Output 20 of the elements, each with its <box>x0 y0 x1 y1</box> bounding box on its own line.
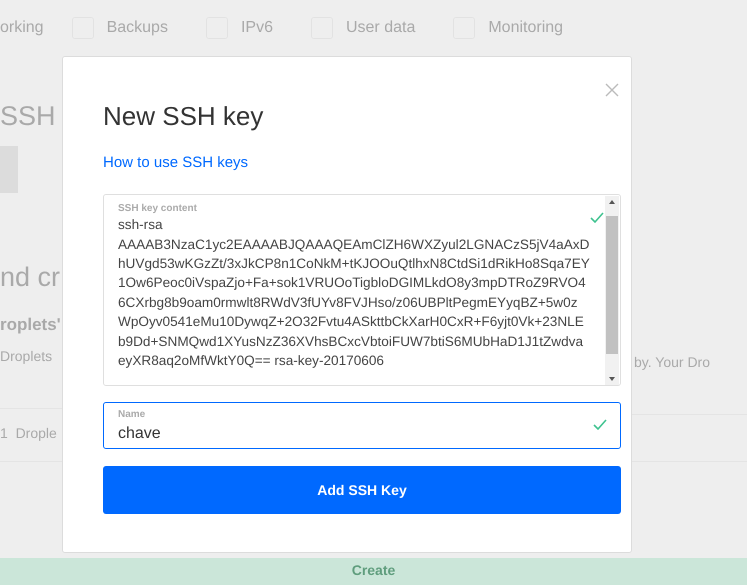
key-content-field[interactable] <box>103 194 621 386</box>
paragraph: Droplets <box>0 348 54 364</box>
question-heading: roplets' <box>0 315 62 335</box>
field-label: SSH key content <box>118 203 198 216</box>
paragraph: by. Your Dro <box>634 354 712 370</box>
add-ssh-key-button[interactable]: Add SSH Key <box>103 466 621 514</box>
help-link[interactable]: How to use SSH keys <box>103 154 248 172</box>
dialog-title: New SSH key <box>103 101 264 132</box>
create-button[interactable]: Create <box>0 558 747 585</box>
field-label: Name <box>118 409 146 422</box>
droplet-count: 1 Drople <box>0 425 58 441</box>
tab-label: orking <box>0 18 44 38</box>
checkbox-label: Monitoring <box>488 18 564 38</box>
checkbox-label: User data <box>346 18 416 38</box>
checkbox-label: Backups <box>106 18 168 38</box>
close-icon[interactable] <box>605 83 619 97</box>
section-heading: nd cr <box>0 261 62 293</box>
checkbox-label: IPv6 <box>240 18 273 38</box>
page-heading: SSH <box>0 100 57 132</box>
key-text: ssh-rsa AAAAB3NzaC1yc2EAAAABJQAAAQEAmClZH6WXZyul2LGNACzS5jV4aAxDhUVgd53wKGzZt/3xJkCP8n1CoNkM+tKJOOuQtlhxN8CtdSi1dRikHo8Sqa7EY1Ow6Peoc0iVspaZjo+Fa+sok1VRUOoTigbloDGIMLkdO8y3mpDTRoZ9RVO46CXrbg8b9oam0rmwlt8RWdV3fUYv8FVJHso/z06UBPltPegmEYyqBZ+5w0zWpOyv0541eMu10DywqZ+2O32Fvtu4ASkttbCkXarH0CxR+F6yjt0Vk+23NLEb9Dd+SNMQwd1XYusNzZ36XVhsBCxcVbtoiFUW7btiS6MUbHaD1J1tZwdvaeyXR8aq2oMfWktY0Q== rsa-key-20170606 <box>118 216 590 370</box>
